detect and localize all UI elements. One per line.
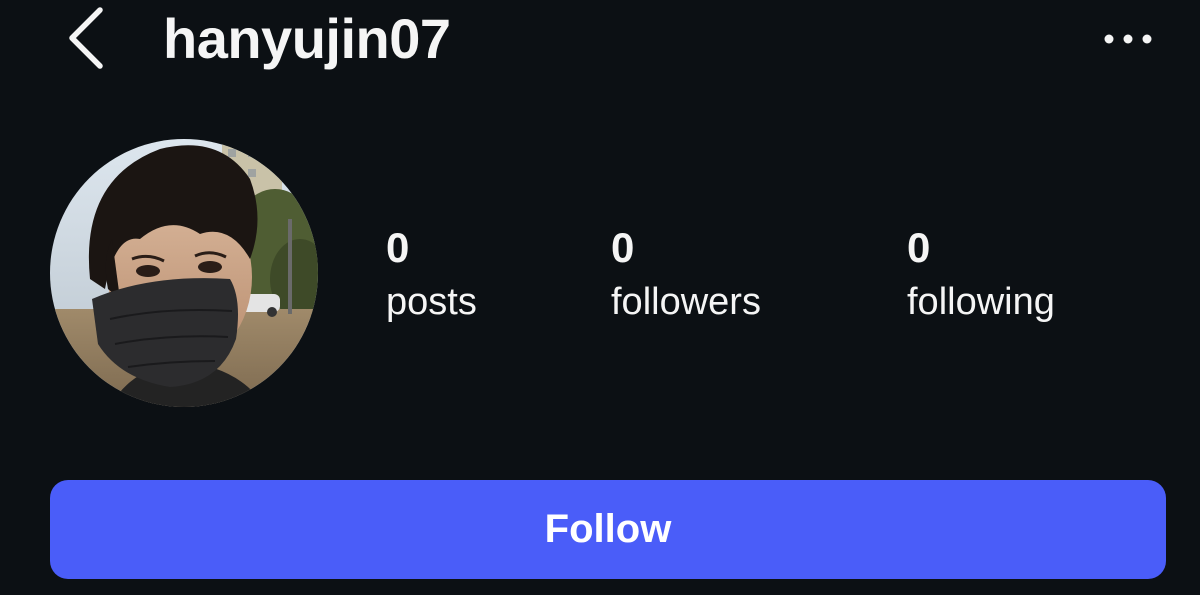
more-horizontal-icon xyxy=(1104,34,1152,44)
profile-photo xyxy=(50,139,318,407)
following-count: 0 xyxy=(907,224,931,271)
followers-count: 0 xyxy=(611,224,635,271)
following-label: following xyxy=(907,281,1055,323)
profile-username: hanyujin07 xyxy=(163,7,451,70)
more-options-button[interactable] xyxy=(1094,14,1164,64)
follow-button[interactable]: Follow xyxy=(50,480,1166,579)
back-button[interactable] xyxy=(58,2,118,74)
posts-stat[interactable]: 0 posts xyxy=(386,222,477,328)
profile-header: hanyujin07 xyxy=(0,0,1200,80)
posts-count: 0 xyxy=(386,224,410,271)
followers-stat[interactable]: 0 followers xyxy=(611,222,761,328)
followers-label: followers xyxy=(611,281,761,323)
chevron-left-icon xyxy=(69,7,103,69)
following-stat[interactable]: 0 following xyxy=(907,222,1055,328)
profile-avatar[interactable] xyxy=(50,139,318,407)
posts-label: posts xyxy=(386,281,477,323)
